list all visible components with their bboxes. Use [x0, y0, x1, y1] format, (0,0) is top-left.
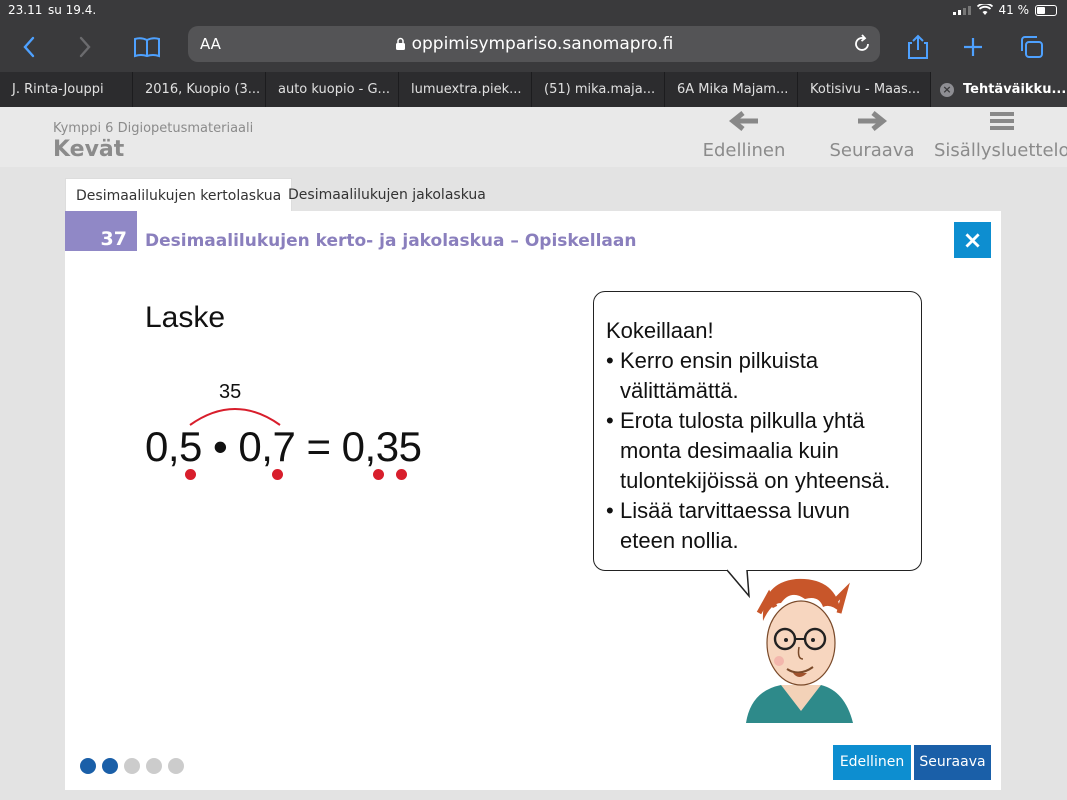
toc-button[interactable]: Sisällysluettelo [934, 109, 1067, 161]
close-button[interactable]: × [954, 222, 991, 258]
lesson-card: 37 Desimaalilukujen kerto- ja jakolaskua… [65, 211, 1001, 790]
status-bar: 23.11 su 19.4. 41 % [0, 0, 1067, 22]
arrow-left-icon [728, 111, 758, 131]
status-time: 23.11 [8, 3, 43, 17]
tab-division[interactable]: Desimaalilukujen jakolaskua [278, 178, 496, 212]
next-page-button[interactable]: Seuraava [828, 109, 916, 161]
teacher-illustration [746, 578, 853, 723]
speech-bubble: Kokeillaan! Kerro ensin pilkuista välitt… [593, 291, 922, 571]
prev-page-button[interactable]: Edellinen [700, 109, 788, 161]
back-icon[interactable] [14, 32, 44, 62]
browser-tab[interactable]: J. Rinta-Jouppi [0, 72, 133, 107]
status-right: 41 % [952, 3, 1057, 17]
browser-tab[interactable]: Kotisivu - Maas... [798, 72, 931, 107]
tabs-overview-icon[interactable] [1017, 32, 1047, 62]
forward-icon[interactable] [70, 32, 100, 62]
share-icon[interactable] [903, 32, 933, 62]
bookmarks-icon[interactable] [132, 32, 162, 62]
browser-tab-active[interactable]: × Tehtäväikku... [931, 72, 1067, 107]
page-subtitle: Kymppi 6 Digiopetusmateriaali [53, 121, 254, 136]
close-tab-icon[interactable]: × [940, 83, 954, 97]
browser-tab-label: Tehtäväikku... [963, 82, 1067, 97]
bubble-item: Kerro ensin pilkuista välittämättä. [606, 346, 909, 406]
battery-percent: 41 % [998, 3, 1030, 17]
new-tab-icon[interactable] [958, 32, 988, 62]
lesson-title: Desimaalilukujen kerto- ja jakolaskua – … [145, 231, 637, 251]
wifi-icon [976, 4, 993, 15]
equation: 0,5 • 0,7 = 0,35 [145, 423, 422, 470]
progress-dot [124, 758, 140, 774]
card-prev-button[interactable]: Edellinen [833, 745, 911, 780]
decimal-dot [185, 469, 196, 480]
browser-tab-bar: J. Rinta-Jouppi 2016, Kuopio (3... auto … [0, 72, 1067, 107]
progress-dot-filled [102, 758, 118, 774]
address-bar[interactable]: AA oppimisympariso.sanomapro.fi [188, 26, 880, 62]
bubble-intro: Kokeillaan! [606, 318, 714, 343]
next-page-label: Seuraava [829, 140, 915, 161]
status-date: su 19.4. [48, 3, 97, 17]
cellular-signal-icon [952, 5, 971, 15]
browser-tab[interactable]: 2016, Kuopio (3... [133, 72, 266, 107]
lock-icon [395, 37, 405, 50]
progress-dot [146, 758, 162, 774]
url-text: oppimisympariso.sanomapro.fi [411, 34, 674, 54]
toc-label: Sisällysluettelo [934, 140, 1067, 161]
bubble-item: Lisää tarvittaessa luvun eteen nollia. [606, 496, 909, 556]
arrow-right-icon [858, 111, 888, 131]
lesson-number: 37 [65, 211, 137, 251]
arc-product-label: 35 [219, 381, 242, 403]
page-header: Kymppi 6 Digiopetusmateriaali Kevät Edel… [0, 107, 1067, 167]
tab-multiplication[interactable]: Desimaalilukujen kertolaskua [65, 178, 293, 212]
browser-tab[interactable]: auto kuopio - G... [266, 72, 399, 107]
menu-icon [990, 112, 1014, 130]
browser-tab[interactable]: lumuextra.piek... [399, 72, 532, 107]
decimal-dot [272, 469, 283, 480]
bubble-item: Erota tulosta pilkulla yhtä monta desima… [606, 406, 909, 496]
decimal-dot [373, 469, 384, 480]
browser-toolbar: AA oppimisympariso.sanomapro.fi [0, 22, 1067, 72]
progress-dot-filled [80, 758, 96, 774]
reload-icon[interactable] [852, 33, 872, 55]
progress-dot [168, 758, 184, 774]
page-title: Kevät [53, 137, 125, 162]
browser-tab[interactable]: (51) mika.maja... [532, 72, 665, 107]
url-field[interactable]: oppimisympariso.sanomapro.fi [188, 34, 880, 54]
battery-icon [1035, 4, 1057, 16]
prev-page-label: Edellinen [702, 140, 786, 161]
card-next-button[interactable]: Seuraava [914, 745, 991, 780]
browser-tab[interactable]: 6A Mika Majam... [665, 72, 798, 107]
progress-indicator [80, 758, 184, 774]
exercise-heading: Laske [145, 301, 226, 334]
decimal-dot [396, 469, 407, 480]
